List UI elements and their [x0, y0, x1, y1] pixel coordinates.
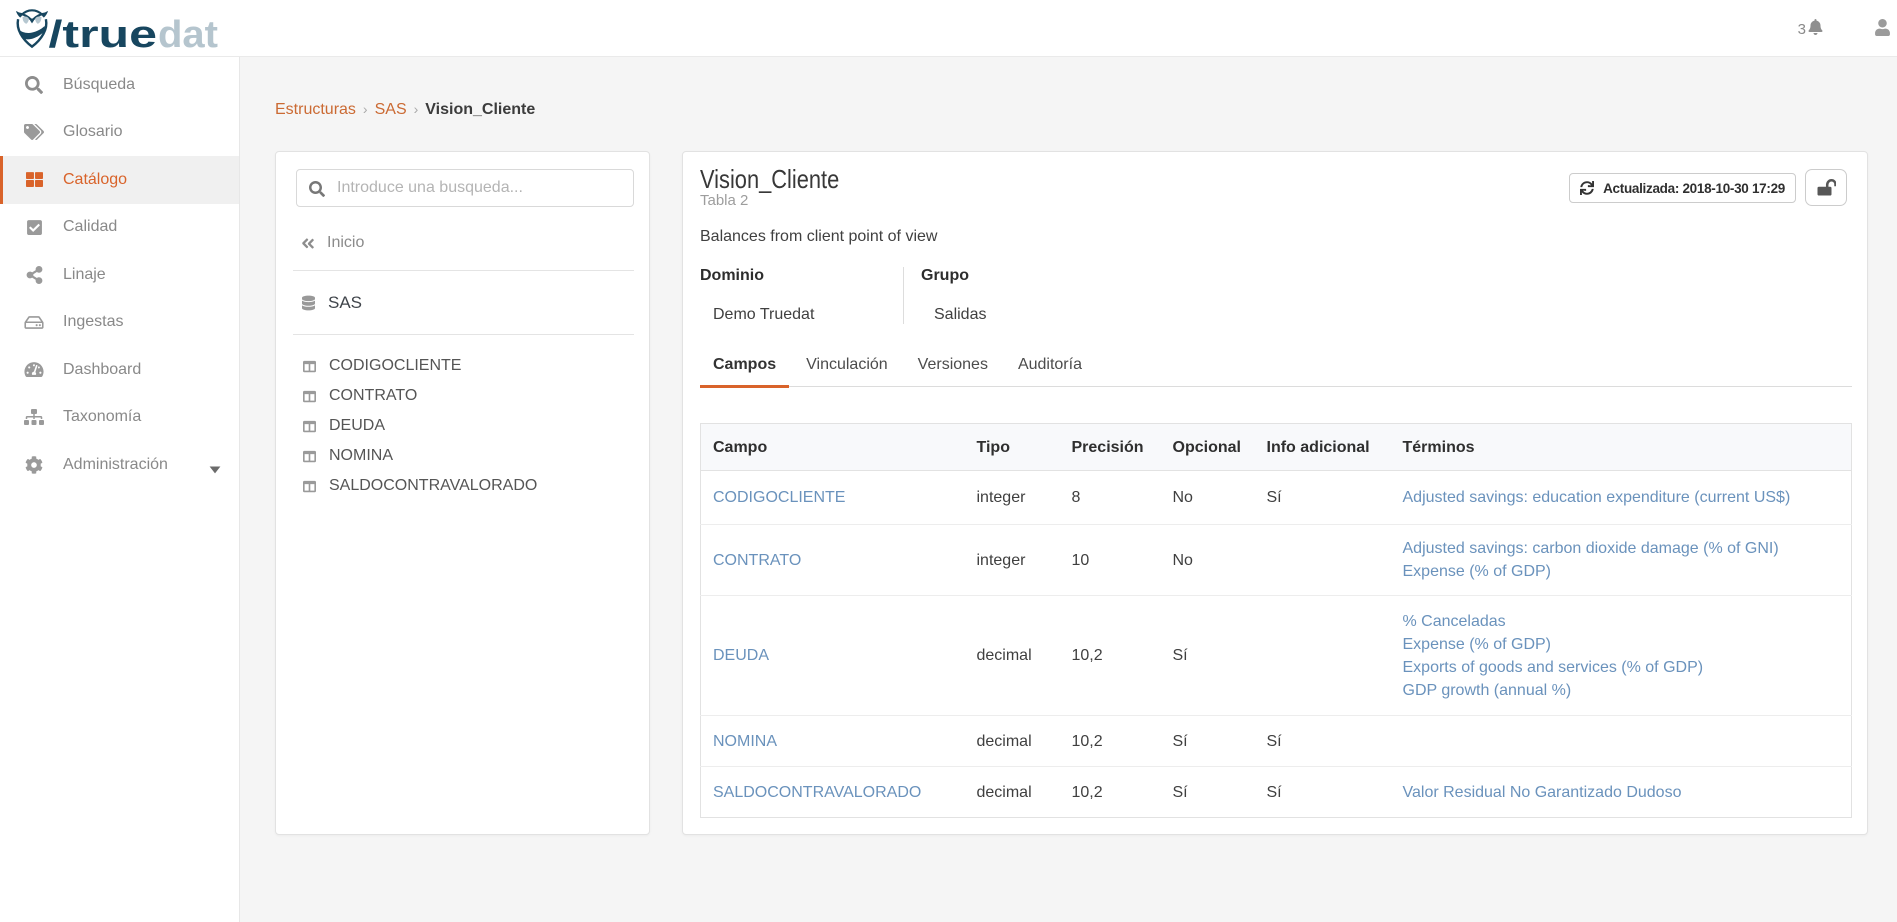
svg-text:/true: /true	[49, 14, 158, 49]
svg-text:dat: dat	[158, 14, 218, 49]
